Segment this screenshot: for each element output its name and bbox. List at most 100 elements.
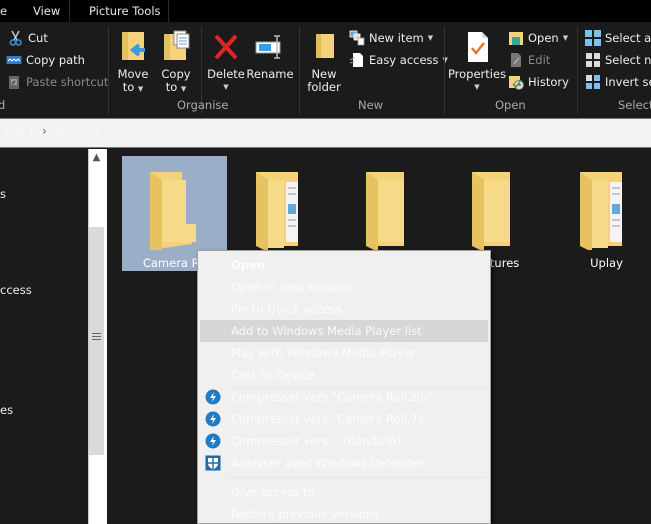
breadcrumb-pictures[interactable]: Pictures [54,125,100,139]
new-item-label: New item [369,31,424,45]
delete-label: Delete [207,67,245,81]
nav-item-quick-access[interactable]: ccess [0,283,32,297]
folder-tile-uplay[interactable]: Uplay [554,156,651,271]
rename-icon [254,30,286,64]
scroll-up-arrow-icon[interactable]: ▲ [89,149,104,166]
tab-separator [69,0,70,22]
menu-item-label: Compresser vers... (Bandizip) [231,434,402,448]
menu-item-restore-previous-versions[interactable]: Restore previous versions [200,503,488,524]
menu-item-compress-zip[interactable]: Compresser vers "Camera Roll.zip" [200,386,488,408]
copy-to-icon [160,30,192,64]
cut-button[interactable]: Cut [8,28,48,48]
menu-item-pin-quick-access[interactable]: Pin to Quick access [200,298,488,320]
new-folder-icon [308,30,340,64]
new-item-button[interactable]: New item ▼ [349,28,433,48]
tab-picture-tools[interactable]: Picture Tools [89,0,161,22]
easy-access-button[interactable]: Easy access ▼ [349,50,448,70]
select-all-button[interactable]: Select all [585,28,651,48]
folder-icon [472,172,510,250]
menu-item-open-new-window[interactable]: Open in new window [200,276,488,298]
tab-home[interactable]: e [0,0,7,22]
breadcrumb-this-pc[interactable]: This PC [2,125,44,139]
menu-item-label: Pin to Quick access [231,302,342,316]
delete-x-icon [210,30,242,64]
windows-defender-icon [205,455,221,471]
breadcrumb-chevron-icon[interactable]: › [42,124,47,138]
folder-with-documents-icon [256,172,298,250]
menu-item-label: Give access to [231,485,315,499]
menu-item-compress-bandizip[interactable]: Compresser vers... (Bandizip) [200,430,488,452]
new-folder-button[interactable]: New folder [306,30,342,94]
scrollbar-grip-icon [92,333,101,341]
tab-view[interactable]: View [33,0,60,22]
menu-item-label: Restore previous versions [231,507,380,521]
copy-to-button[interactable]: Copy to ▼ [160,30,192,96]
menu-item-cast-to-device[interactable]: Cast to Device › [200,364,488,386]
delete-button[interactable]: Delete ▼ [207,30,245,94]
folder-icon [150,172,196,250]
dropdown-caret-icon: ▼ [562,34,569,42]
edit-icon [508,52,524,68]
edit-button[interactable]: Edit [508,50,550,70]
open-icon [508,30,524,46]
nav-item[interactable]: es [0,403,13,417]
menu-item-windows-defender-scan[interactable]: Analyser avec Windows Defender... [200,452,488,474]
folder-label: Uplay [590,256,623,270]
scrollbar-thumb[interactable] [89,227,104,455]
copy-path-button[interactable]: Copy path [6,50,85,70]
history-button[interactable]: History [508,72,569,92]
menu-item-open[interactable]: Open [200,254,488,276]
group-separator [299,26,300,114]
menu-item-label: Open [231,258,265,272]
menu-item-label: Cast to Device [231,368,315,382]
edit-label: Edit [528,53,551,67]
invert-selection-icon [585,74,601,90]
new-group-label: New [358,98,384,112]
group-separator [108,26,109,114]
properties-icon [461,30,493,64]
select-none-label: Select no [605,53,651,67]
menu-item-label: Play with Windows Media Player [231,346,416,360]
address-bar[interactable]: This PC › Pictures [0,118,651,148]
copy-path-icon [6,52,22,68]
move-to-button[interactable]: Move to ▼ [117,30,149,96]
tab-separator [168,0,169,22]
menu-item-label: Compresser vers "Camera Roll.zip" [231,390,433,404]
invert-selection-label: Invert sel [605,75,651,89]
paste-shortcut-label: Paste shortcut [26,75,109,89]
nav-item[interactable]: s [0,187,6,201]
paste-shortcut-icon [6,74,22,90]
menu-item-add-to-wmp-list[interactable]: Add to Windows Media Player list [200,320,488,342]
menu-item-label: Compresser vers "Camera Roll.7z" [231,412,430,426]
group-separator [444,26,445,114]
dropdown-caret-icon: ▼ [180,85,187,93]
submenu-arrow-icon: › [475,485,480,498]
new-folder-label-line2: folder [307,80,341,94]
dropdown-caret-icon: ▼ [474,83,480,91]
dropdown-caret-icon: ▼ [137,85,144,93]
menu-item-compress-7z[interactable]: Compresser vers "Camera Roll.7z" [200,408,488,430]
menu-item-give-access-to[interactable]: Give access to › [200,481,488,503]
scissors-icon [8,30,24,46]
group-separator [577,26,578,114]
submenu-arrow-icon: › [475,368,480,381]
select-none-icon [585,52,601,68]
nav-pane-scrollbar[interactable]: ▲ [88,149,104,524]
open-button[interactable]: Open ▼ [508,28,568,48]
invert-selection-button[interactable]: Invert sel [585,72,651,92]
menu-separator [228,477,486,478]
properties-button[interactable]: Properties ▼ [448,30,506,94]
menu-item-label: Add to Windows Media Player list [231,324,422,338]
easy-access-label: Easy access [369,53,439,67]
menu-item-play-with-wmp[interactable]: Play with Windows Media Player [200,342,488,364]
cut-label: Cut [28,31,48,45]
easy-access-icon [349,52,365,68]
select-none-button[interactable]: Select no [585,50,651,70]
menu-item-label: Analyser avec Windows Defender... [231,456,434,470]
organise-group-label: Organise [177,98,229,112]
rename-button[interactable]: Rename [246,30,294,81]
history-label: History [528,75,569,89]
paste-shortcut-button[interactable]: Paste shortcut [6,72,108,92]
rename-label: Rename [246,67,294,81]
dropdown-caret-icon: ▼ [223,83,229,91]
